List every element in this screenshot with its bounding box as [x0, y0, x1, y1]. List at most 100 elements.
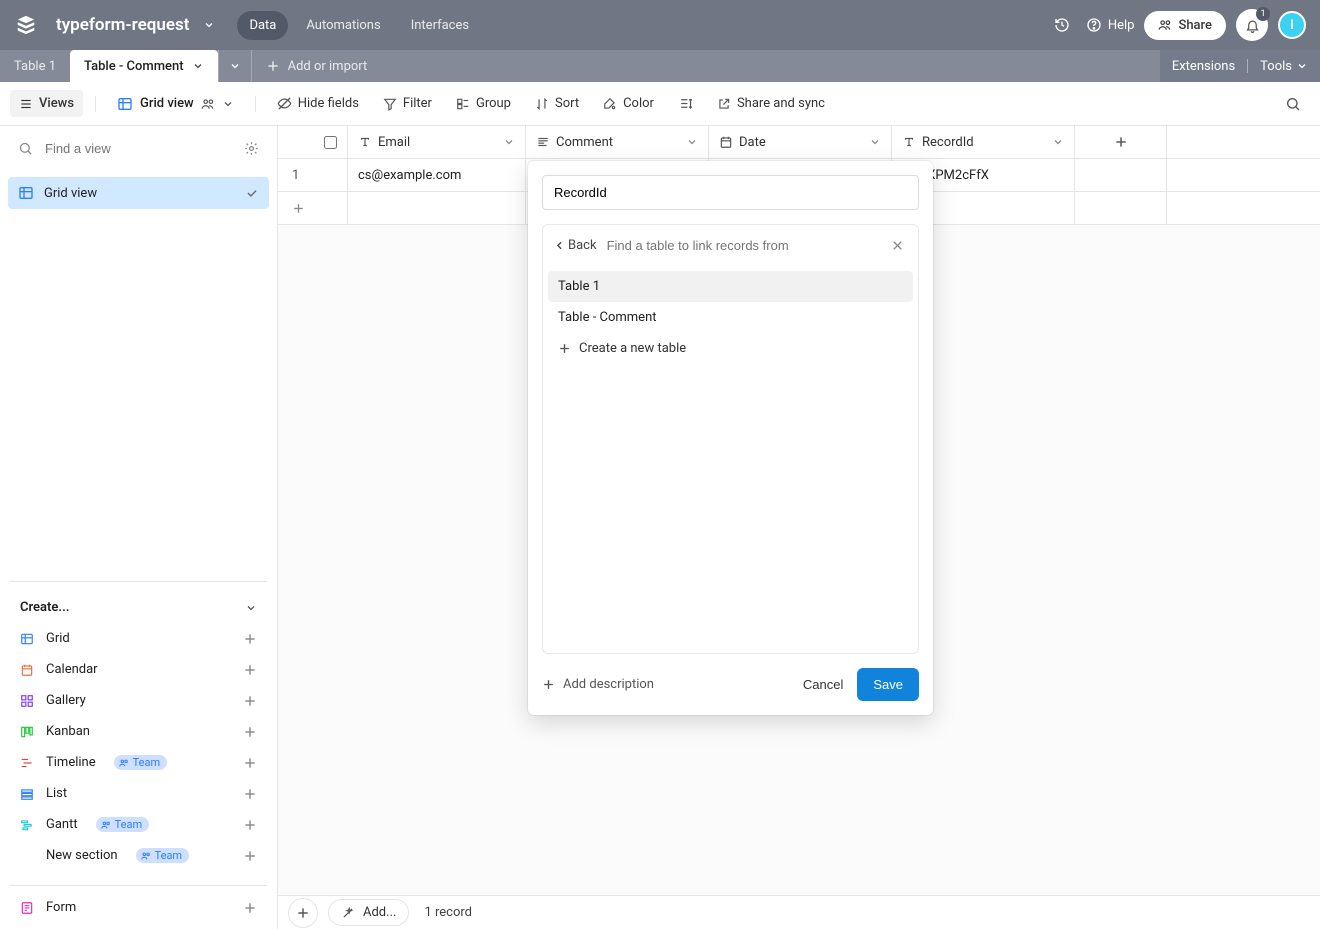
- sort-button[interactable]: Sort: [526, 90, 588, 117]
- plus-icon[interactable]: [243, 818, 257, 832]
- table-search-input[interactable]: [603, 234, 881, 257]
- create-grid[interactable]: Grid: [14, 625, 263, 652]
- create-row-label: Grid: [46, 631, 70, 646]
- table-tab-1[interactable]: Table 1: [0, 50, 70, 82]
- plus-icon[interactable]: [243, 849, 257, 863]
- base-name[interactable]: typeform-request: [56, 15, 189, 35]
- create-row-label: Timeline: [46, 755, 96, 770]
- chevron-down-icon[interactable]: [222, 98, 234, 110]
- nav-automations[interactable]: Automations: [294, 11, 392, 40]
- text-type-icon: [902, 135, 916, 149]
- color-label: Color: [623, 96, 654, 111]
- view-search-input[interactable]: [43, 140, 234, 157]
- help-button[interactable]: Help: [1086, 17, 1135, 33]
- create-calendar[interactable]: Calendar: [14, 656, 263, 683]
- plus-icon[interactable]: [243, 787, 257, 801]
- plus-icon[interactable]: [243, 725, 257, 739]
- chevron-down-icon[interactable]: [686, 136, 698, 148]
- nav-data[interactable]: Data: [237, 11, 288, 40]
- row-number[interactable]: 1: [278, 159, 348, 191]
- share-button[interactable]: Share: [1144, 11, 1226, 40]
- create-label: Create...: [20, 600, 69, 615]
- create-timeline[interactable]: TimelineTeam: [14, 749, 263, 776]
- create-form[interactable]: Form: [14, 894, 263, 921]
- row-height-button[interactable]: [669, 90, 702, 117]
- plus-icon[interactable]: [243, 901, 257, 915]
- table-option-comment[interactable]: Table - Comment: [548, 302, 913, 333]
- chevron-down-icon[interactable]: [503, 136, 515, 148]
- column-recordid[interactable]: RecordId: [892, 126, 1075, 158]
- menu-icon: [19, 97, 33, 111]
- search-button[interactable]: [1276, 90, 1310, 118]
- plus-icon[interactable]: [243, 694, 257, 708]
- form-icon: [20, 901, 34, 915]
- share-sync-button[interactable]: Share and sync: [708, 90, 834, 117]
- add-column-button[interactable]: [1075, 126, 1167, 158]
- chevron-down-icon[interactable]: [1052, 136, 1064, 148]
- view-search[interactable]: [0, 126, 277, 171]
- back-label: Back: [568, 238, 597, 253]
- create-kanban[interactable]: Kanban: [14, 718, 263, 745]
- chevron-down-icon[interactable]: [203, 19, 215, 31]
- nav-interfaces[interactable]: Interfaces: [399, 11, 481, 40]
- settings-icon[interactable]: [244, 141, 259, 156]
- plus-icon[interactable]: [243, 632, 257, 646]
- plus-icon[interactable]: [243, 756, 257, 770]
- plus-icon: [296, 906, 310, 920]
- add-description-button[interactable]: Add description: [542, 677, 654, 692]
- table-tab-comment[interactable]: Table - Comment: [70, 50, 218, 82]
- tools-button[interactable]: Tools: [1260, 59, 1308, 74]
- cell-email[interactable]: cs@example.com: [348, 159, 526, 191]
- plus-icon: [266, 59, 280, 73]
- field-name-input[interactable]: [542, 175, 919, 210]
- save-button[interactable]: Save: [857, 668, 919, 701]
- plus-icon: [558, 342, 571, 355]
- back-button[interactable]: Back: [553, 238, 597, 253]
- panel-list: Table 1 Table - Comment Create a new tab…: [543, 266, 918, 369]
- notifications-button[interactable]: 1: [1236, 9, 1268, 41]
- create-row-label: Calendar: [46, 662, 98, 677]
- grid-icon: [20, 632, 34, 646]
- color-button[interactable]: Color: [594, 90, 663, 117]
- views-button[interactable]: Views: [10, 90, 83, 117]
- create-new-table-option[interactable]: Create a new table: [548, 333, 913, 364]
- hide-fields-button[interactable]: Hide fields: [268, 90, 368, 117]
- create-view-list: Grid Calendar Gallery Kanban TimelineTeam Lis…: [0, 625, 277, 877]
- avatar[interactable]: I: [1278, 11, 1306, 39]
- footer-add-menu[interactable]: Add...: [328, 899, 409, 926]
- current-view-button[interactable]: Grid view: [108, 90, 243, 118]
- column-date[interactable]: Date: [709, 126, 892, 158]
- table-tabs-chevron[interactable]: [218, 50, 252, 82]
- history-button[interactable]: [1048, 11, 1076, 39]
- chevron-down-icon: [229, 60, 241, 72]
- footer-add-row-button[interactable]: [288, 898, 318, 928]
- chevron-down-icon[interactable]: [192, 60, 204, 72]
- add-or-import-label: Add or import: [288, 59, 368, 74]
- table-option-1[interactable]: Table 1: [548, 271, 913, 302]
- create-gantt[interactable]: GanttTeam: [14, 811, 263, 838]
- add-or-import-button[interactable]: Add or import: [252, 50, 382, 82]
- select-all-checkbox[interactable]: [324, 136, 337, 149]
- view-item-grid-view[interactable]: Grid view: [8, 177, 269, 209]
- create-new-section[interactable]: New sectionTeam: [14, 842, 263, 869]
- magic-icon: [341, 906, 355, 920]
- close-button[interactable]: [887, 237, 908, 254]
- chevron-down-icon: [245, 602, 257, 614]
- select-all-column[interactable]: [278, 126, 348, 158]
- kanban-icon: [20, 725, 34, 739]
- filter-button[interactable]: Filter: [374, 90, 441, 117]
- chevron-down-icon[interactable]: [869, 136, 881, 148]
- group-button[interactable]: Group: [447, 90, 520, 117]
- column-comment[interactable]: Comment: [526, 126, 709, 158]
- column-email[interactable]: Email: [348, 126, 526, 158]
- extensions-button[interactable]: Extensions: [1172, 59, 1235, 74]
- create-view-header[interactable]: Create...: [0, 590, 277, 625]
- cancel-button[interactable]: Cancel: [789, 668, 857, 701]
- popover-footer: Add description Cancel Save: [542, 668, 919, 701]
- topbar: typeform-request Data Automations Interf…: [0, 0, 1320, 50]
- tabstrip-right: Extensions Tools: [1160, 50, 1320, 82]
- plus-icon[interactable]: [243, 663, 257, 677]
- base-logo[interactable]: [14, 13, 38, 37]
- create-list[interactable]: List: [14, 780, 263, 807]
- create-gallery[interactable]: Gallery: [14, 687, 263, 714]
